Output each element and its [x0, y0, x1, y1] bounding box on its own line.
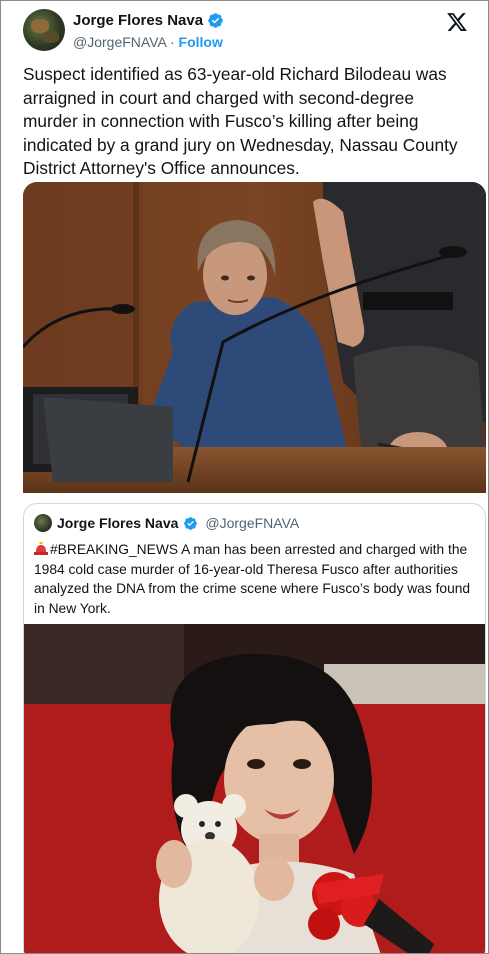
x-logo-icon[interactable] — [446, 11, 468, 33]
follow-button[interactable]: Follow — [179, 34, 223, 50]
handle-row: @JorgeFNAVA · Follow — [73, 34, 223, 50]
author-row: Jorge Flores Nava — [73, 12, 224, 29]
avatar[interactable] — [23, 9, 65, 51]
quote-avatar — [34, 514, 52, 532]
quote-author-handle: @JorgeFNAVA — [205, 515, 300, 531]
police-siren-icon — [34, 542, 48, 555]
separator-dot: · — [169, 34, 175, 50]
portrait-photo[interactable] — [24, 624, 485, 953]
quote-text: #BREAKING_NEWS A man has been arrested a… — [34, 540, 479, 618]
quote-text-body: #BREAKING_NEWS A man has been arrested a… — [34, 542, 471, 616]
author-handle[interactable]: @JorgeFNAVA — [73, 34, 166, 50]
author-name[interactable]: Jorge Flores Nava — [73, 12, 203, 29]
verified-badge-icon — [208, 13, 223, 28]
verified-badge-icon — [184, 516, 198, 530]
quoted-tweet[interactable]: Jorge Flores Nava @JorgeFNAVA #BREAKING_… — [23, 503, 486, 953]
tweet-card: Jorge Flores Nava @JorgeFNAVA · Follow S… — [0, 0, 489, 954]
tweet-header: Jorge Flores Nava @JorgeFNAVA · Follow — [23, 9, 468, 55]
quote-author-name: Jorge Flores Nava — [57, 515, 179, 531]
courtroom-photo[interactable] — [23, 182, 486, 493]
quote-header: Jorge Flores Nava @JorgeFNAVA — [34, 514, 299, 532]
tweet-text: Suspect identified as 63-year-old Richar… — [23, 64, 458, 178]
